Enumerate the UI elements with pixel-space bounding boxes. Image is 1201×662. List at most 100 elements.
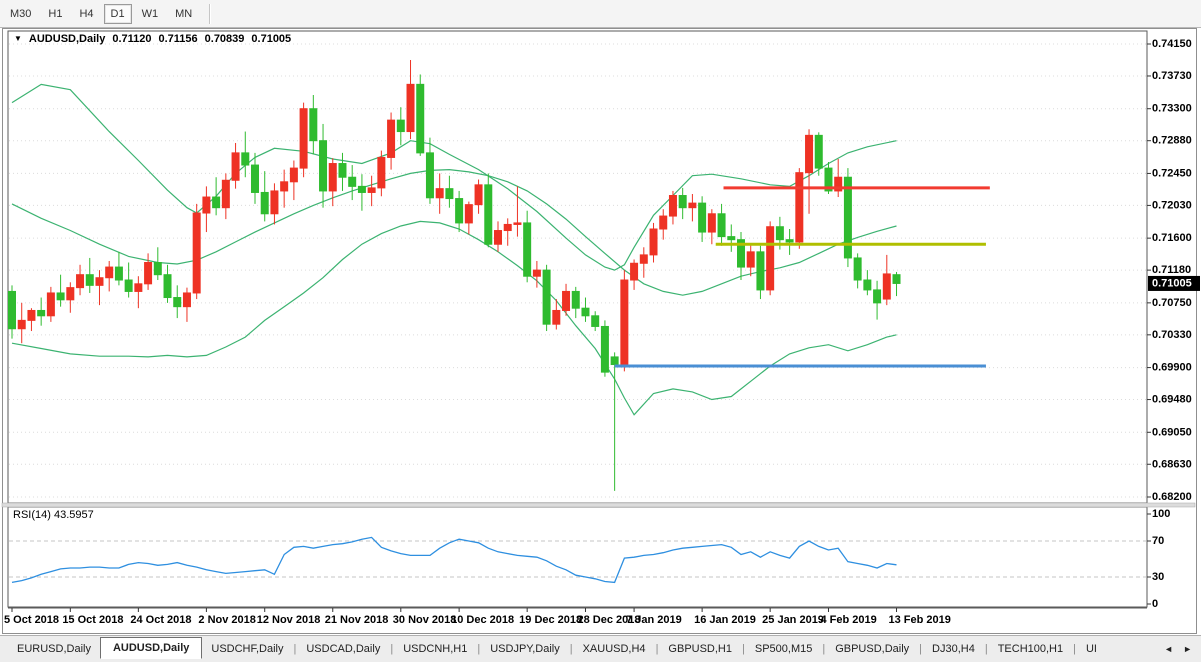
rsi-pane[interactable] [8, 507, 1147, 607]
candlestick [495, 231, 502, 245]
candlestick [708, 214, 715, 232]
rsi-axis-label: 0 [1152, 598, 1158, 610]
chart-tab-usdcnh-h1[interactable]: USDCNH,H1 [394, 639, 476, 659]
chart-high-value: 0.71156 [158, 33, 197, 45]
chart-open-value: 0.71120 [112, 33, 151, 45]
candlestick [349, 177, 356, 186]
candlestick [582, 308, 589, 316]
candlestick [456, 199, 463, 223]
candlestick [767, 227, 774, 290]
candlestick [271, 191, 278, 214]
date-axis-label: 16 Jan 2019 [694, 614, 756, 626]
tab-scroll-left-icon[interactable]: ◄ [1161, 642, 1176, 656]
rsi-name: RSI(14) [13, 509, 51, 521]
candlestick [806, 135, 813, 172]
candlestick [689, 203, 696, 208]
chart-tab-tech100-h1[interactable]: TECH100,H1 [989, 639, 1072, 659]
date-axis-label: 30 Nov 2018 [393, 614, 457, 626]
timeframe-toolbar: M30H1H4D1W1MN [0, 0, 1201, 28]
candlestick [864, 280, 871, 290]
chart-tab-ui[interactable]: UI [1077, 639, 1106, 659]
candlestick [475, 185, 482, 205]
symbol-dropdown-icon[interactable]: ▼ [14, 34, 22, 43]
candlestick [145, 263, 152, 284]
timeframe-button-m30[interactable]: M30 [3, 4, 38, 24]
date-axis-label: 4 Feb 2019 [820, 614, 876, 626]
candlestick [378, 157, 385, 187]
candlestick [533, 270, 540, 276]
candlestick [28, 310, 35, 320]
price-axis-label: 0.69900 [1152, 362, 1192, 374]
price-axis-label: 0.70750 [1152, 297, 1192, 309]
candlestick [135, 284, 142, 292]
candlestick [553, 310, 560, 324]
candlestick [786, 240, 793, 242]
candlestick [281, 182, 288, 191]
chart-tab-gbpusd-h1[interactable]: GBPUSD,H1 [659, 639, 741, 659]
candlestick [815, 135, 822, 168]
candlestick [183, 293, 190, 307]
timeframe-button-w1[interactable]: W1 [135, 4, 166, 24]
chart-tab-audusd-daily[interactable]: AUDUSD,Daily [100, 637, 202, 659]
chart-close-value: 0.71005 [251, 33, 291, 45]
candlestick [77, 275, 84, 288]
candlestick [213, 197, 220, 208]
candlestick [718, 214, 725, 237]
date-axis-label: 15 Oct 2018 [62, 614, 123, 626]
candlestick [543, 270, 550, 324]
candlestick [601, 326, 608, 372]
price-axis-label: 0.68200 [1152, 491, 1192, 503]
chart-tab-sp500-m15[interactable]: SP500,M15 [746, 639, 821, 659]
price-axis-label: 0.73730 [1152, 70, 1192, 82]
candlestick [883, 274, 890, 299]
candlestick [154, 263, 161, 275]
candlestick [222, 180, 229, 207]
candlestick [699, 203, 706, 232]
candlestick [504, 224, 511, 230]
candlestick [776, 227, 783, 240]
date-axis-label: 19 Dec 2018 [519, 614, 582, 626]
rsi-axis-label: 70 [1152, 535, 1164, 547]
candlestick [261, 192, 268, 213]
timeframe-button-d1[interactable]: D1 [104, 4, 132, 24]
chart-tab-xauusd-h4[interactable]: XAUUSD,H4 [574, 639, 655, 659]
candlestick [232, 153, 239, 180]
mt4-application: M30H1H4D1W1MN 0.741500.737300.733000.728… [0, 0, 1201, 662]
pane-splitter[interactable] [2, 503, 1195, 507]
rsi-axis-label: 30 [1152, 571, 1164, 583]
candlestick [893, 275, 900, 284]
candlestick [679, 196, 686, 208]
timeframe-button-h1[interactable]: H1 [41, 4, 69, 24]
candlestick [164, 275, 171, 298]
date-axis-label: 10 Dec 2018 [451, 614, 514, 626]
candlestick [310, 109, 317, 141]
candlestick [669, 196, 676, 217]
chart-tab-eurusd-daily[interactable]: EURUSD,Daily [8, 639, 100, 659]
date-axis-label: 7 Jan 2019 [626, 614, 682, 626]
chart-tab-gbpusd-daily[interactable]: GBPUSD,Daily [826, 639, 918, 659]
chart-tab-usdjpy-daily[interactable]: USDJPY,Daily [481, 639, 569, 659]
candlestick [796, 173, 803, 242]
candlestick [757, 252, 764, 290]
candlestick [611, 357, 618, 365]
rsi-value: 43.5957 [54, 509, 94, 521]
candlestick [388, 120, 395, 157]
candlestick [631, 263, 638, 280]
candlestick [621, 280, 628, 365]
candlestick [446, 189, 453, 199]
timeframe-button-mn[interactable]: MN [168, 4, 199, 24]
candlestick [426, 153, 433, 198]
chart-tab-dj30-h4[interactable]: DJ30,H4 [923, 639, 984, 659]
date-axis-label: 21 Nov 2018 [325, 614, 389, 626]
candlestick [563, 291, 570, 310]
chart-tab-usdchf-daily[interactable]: USDCHF,Daily [202, 639, 292, 659]
date-axis-label: 24 Oct 2018 [130, 614, 191, 626]
chart-tab-usdcad-daily[interactable]: USDCAD,Daily [297, 639, 389, 659]
candlestick [300, 109, 307, 168]
date-axis-label: 2 Nov 2018 [198, 614, 255, 626]
price-axis-label: 0.72450 [1152, 167, 1192, 179]
candlestick [67, 288, 74, 300]
candlestick [572, 291, 579, 308]
timeframe-button-h4[interactable]: H4 [72, 4, 100, 24]
tab-scroll-right-icon[interactable]: ► [1180, 642, 1195, 656]
